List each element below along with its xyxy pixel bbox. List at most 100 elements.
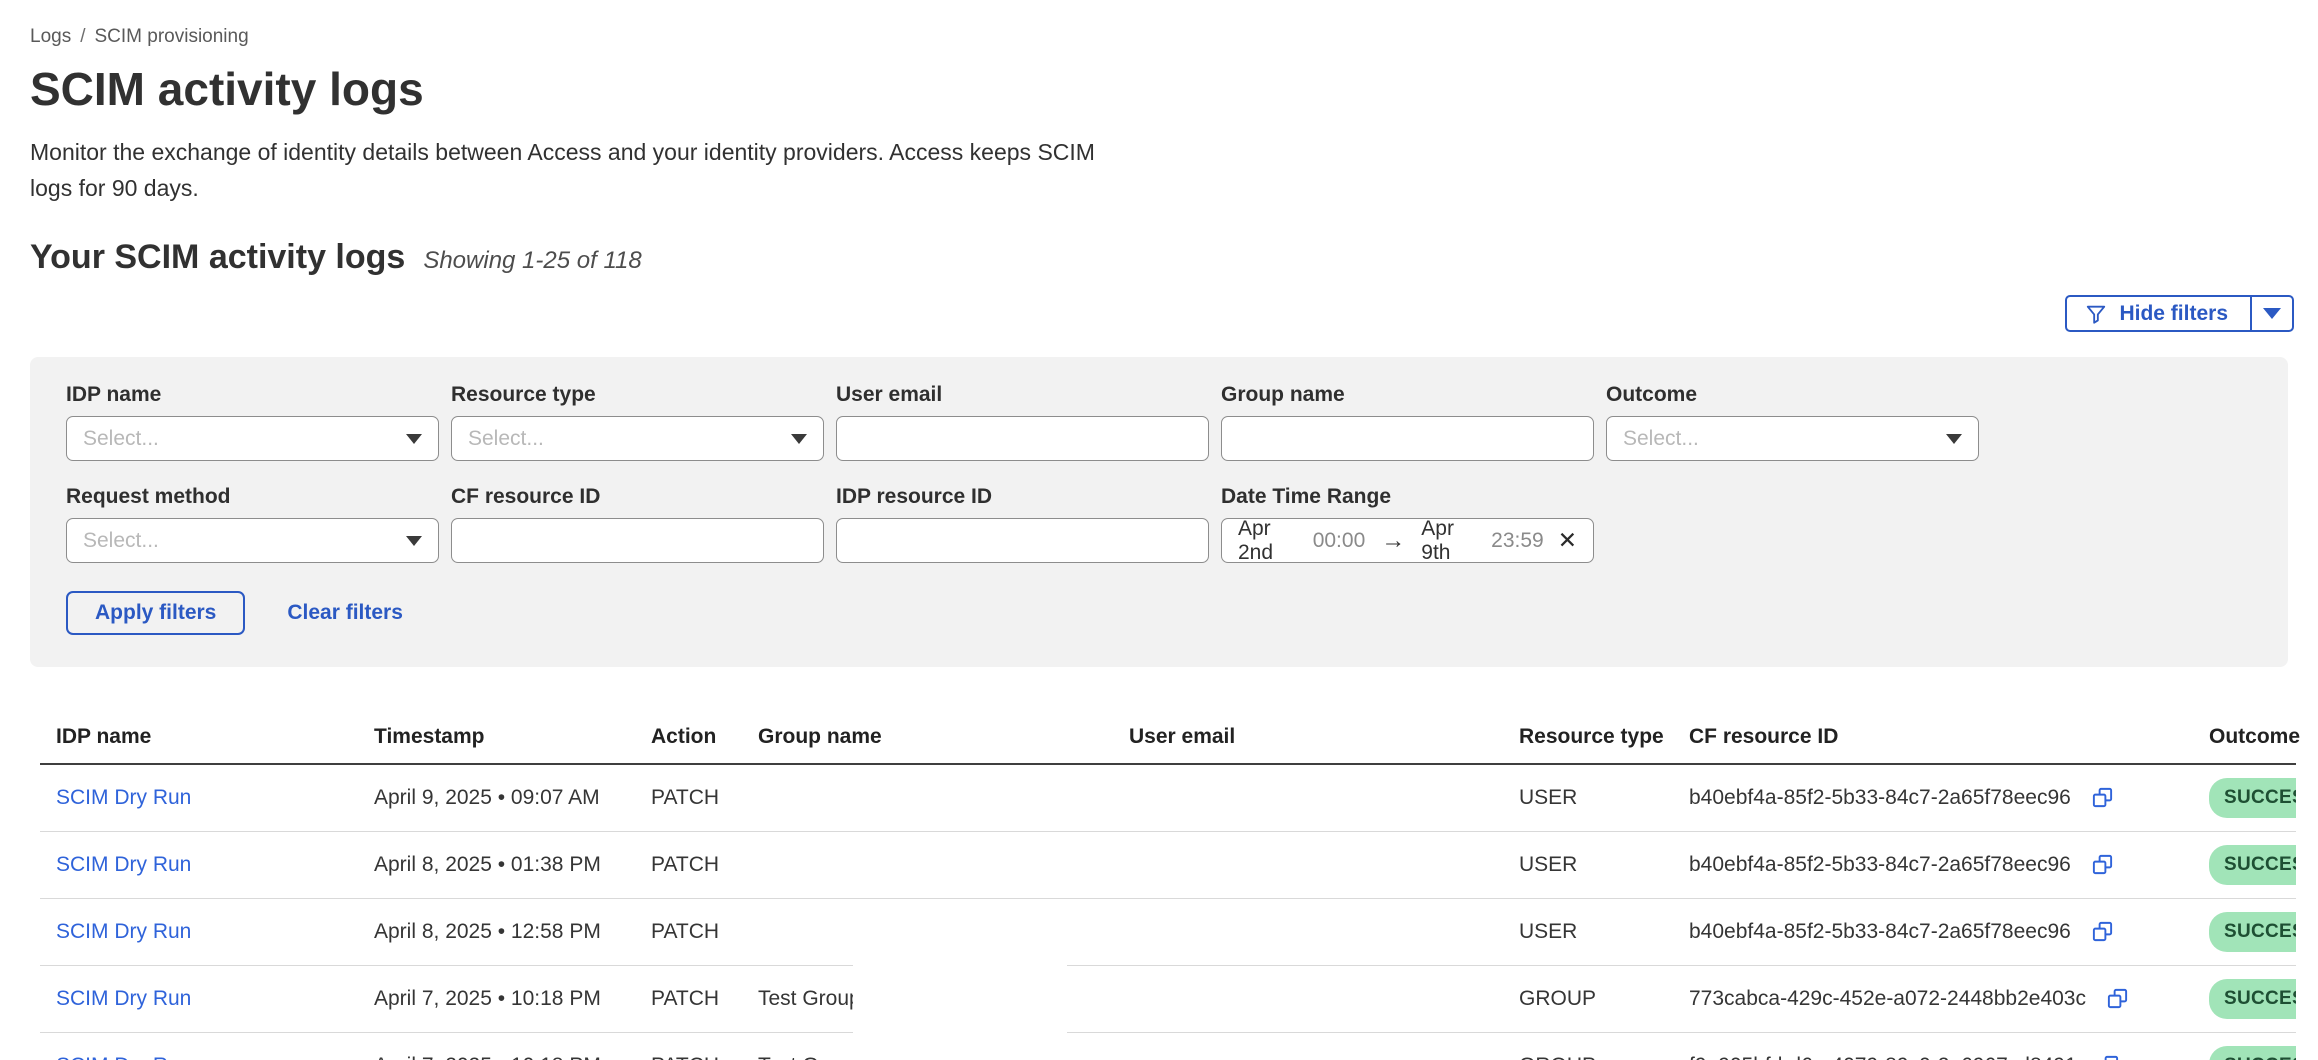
cf-resource-id-input[interactable] (451, 518, 824, 563)
user-email-cell (1113, 831, 1503, 898)
timestamp-cell: April 9, 2025 • 09:07 AM (358, 764, 635, 831)
idp-name-label: IDP name (66, 383, 439, 407)
copy-icon[interactable] (2106, 987, 2129, 1010)
section-heading: Your SCIM activity logs (30, 238, 405, 277)
breadcrumb-separator: / (80, 26, 85, 47)
hide-filters-dropdown-toggle[interactable] (2250, 297, 2292, 330)
table-row: SCIM Dry Run April 8, 2025 • 01:38 PM PA… (40, 831, 2296, 898)
status-badge: SUCCESS (2209, 845, 2296, 885)
table-row: SCIM Dry Run April 9, 2025 • 09:07 AM PA… (40, 764, 2296, 831)
idp-name-link[interactable]: SCIM Dry Run (56, 853, 191, 876)
idp-name-select[interactable]: Select... (66, 416, 439, 461)
hide-filters-label: Hide filters (2119, 302, 2228, 326)
cf-resource-id-value: b40ebf4a-85f2-5b33-84c7-2a65f78eec96 (1689, 853, 2071, 877)
filter-field-date-time-range: Date Time Range Apr 2nd 00:00 → Apr 9th … (1221, 485, 1594, 563)
action-cell: PATCH (635, 1032, 742, 1060)
request-method-select[interactable]: Select... (66, 518, 439, 563)
cf-resource-id-value: b40ebf4a-85f2-5b33-84c7-2a65f78eec96 (1689, 786, 2071, 810)
resource-type-cell: USER (1503, 831, 1673, 898)
idp-name-link[interactable]: SCIM Dry Run (56, 786, 191, 809)
chevron-down-icon (406, 536, 422, 546)
copy-icon[interactable] (2091, 920, 2114, 943)
range-end-date: Apr 9th (1421, 517, 1477, 565)
breadcrumb: Logs / SCIM provisioning (30, 26, 2296, 48)
scim-activity-logs-page: Logs/SCIM provisioning SCIM activity log… (0, 0, 2318, 1060)
range-end-time: 23:59 (1491, 529, 1544, 553)
copy-icon[interactable] (2091, 786, 2114, 809)
range-start-date: Apr 2nd (1238, 517, 1299, 565)
chevron-down-icon (1946, 434, 1962, 444)
timestamp-cell: April 8, 2025 • 01:38 PM (358, 831, 635, 898)
idp-resource-id-label: IDP resource ID (836, 485, 1209, 509)
scim-logs-table: IDP name Timestamp Action Group name Use… (40, 713, 2296, 1060)
resource-type-cell: GROUP (1503, 965, 1673, 1032)
white-overlay-artifact (853, 948, 1067, 1060)
status-badge: SUCCESS (2209, 979, 2296, 1019)
resource-type-cell: GROUP (1503, 1032, 1673, 1060)
group-name-label: Group name (1221, 383, 1594, 407)
filters-toolbar: Hide filters (30, 295, 2296, 332)
idp-name-link[interactable]: SCIM Dry Run (56, 1054, 191, 1060)
clear-date-range-icon[interactable]: ✕ (1558, 529, 1577, 552)
resource-type-select[interactable]: Select... (451, 416, 824, 461)
filter-funnel-icon (2085, 303, 2107, 325)
action-cell: PATCH (635, 898, 742, 965)
group-name-input[interactable] (1221, 416, 1594, 461)
cf-resource-id-value: f9e905bf-bd6a-4079-89c0-2a6967cd8491 (1689, 1054, 2077, 1060)
action-cell: PATCH (635, 831, 742, 898)
status-badge: SUCCESS (2209, 1046, 2296, 1060)
table-row: SCIM Dry Run April 8, 2025 • 12:58 PM PA… (40, 898, 2296, 965)
group-name-cell (742, 831, 1113, 898)
cf-resource-id-value: 773cabca-429c-452e-a072-2448bb2e403c (1689, 987, 2086, 1011)
col-header-timestamp: Timestamp (358, 713, 635, 764)
page-description: Monitor the exchange of identity details… (30, 134, 1100, 206)
user-email-label: User email (836, 383, 1209, 407)
filter-panel: IDP name Select... Resource type Select.… (30, 357, 2288, 667)
timestamp-cell: April 7, 2025 • 10:18 PM (358, 1032, 635, 1060)
filter-field-outcome: Outcome Select... (1606, 383, 1979, 461)
apply-filters-button[interactable]: Apply filters (66, 591, 245, 635)
clear-filters-link[interactable]: Clear filters (287, 601, 403, 625)
filter-actions: Apply filters Clear filters (66, 591, 2252, 635)
col-header-action: Action (635, 713, 742, 764)
filter-field-user-email: User email (836, 383, 1209, 461)
hide-filters-button[interactable]: Hide filters (2065, 295, 2294, 332)
filter-field-group-name: Group name (1221, 383, 1594, 461)
cf-resource-id-label: CF resource ID (451, 485, 824, 509)
scim-logs-table-container: IDP name Timestamp Action Group name Use… (40, 713, 2296, 1060)
cf-resource-id-value: b40ebf4a-85f2-5b33-84c7-2a65f78eec96 (1689, 920, 2071, 944)
action-cell: PATCH (635, 764, 742, 831)
col-header-resource-type: Resource type (1503, 713, 1673, 764)
idp-name-link[interactable]: SCIM Dry Run (56, 987, 191, 1010)
filter-field-idp-name: IDP name Select... (66, 383, 439, 461)
action-cell: PATCH (635, 965, 742, 1032)
col-header-group-name: Group name (742, 713, 1113, 764)
chevron-down-icon (406, 434, 422, 444)
date-time-range-picker[interactable]: Apr 2nd 00:00 → Apr 9th 23:59 ✕ (1221, 518, 1594, 563)
user-email-input[interactable] (836, 416, 1209, 461)
filter-field-idp-resource-id: IDP resource ID (836, 485, 1209, 563)
section-header: Your SCIM activity logs Showing 1-25 of … (30, 238, 2296, 277)
breadcrumb-link-logs[interactable]: Logs (30, 26, 71, 47)
resource-type-label: Resource type (451, 383, 824, 407)
chevron-down-icon (2263, 308, 2281, 319)
resource-type-cell: USER (1503, 764, 1673, 831)
request-method-label: Request method (66, 485, 439, 509)
user-email-cell (1113, 898, 1503, 965)
filter-field-request-method: Request method Select... (66, 485, 439, 563)
group-name-cell (742, 764, 1113, 831)
filter-field-cf-resource-id: CF resource ID (451, 485, 824, 563)
status-badge: SUCCESS (2209, 778, 2296, 818)
resource-type-cell: USER (1503, 898, 1673, 965)
copy-icon[interactable] (2091, 853, 2114, 876)
outcome-select[interactable]: Select... (1606, 416, 1979, 461)
copy-icon[interactable] (2097, 1054, 2120, 1060)
arrow-right-icon: → (1381, 527, 1405, 555)
outcome-label: Outcome (1606, 383, 1979, 407)
filter-field-resource-type: Resource type Select... (451, 383, 824, 461)
col-header-idp-name: IDP name (40, 713, 358, 764)
idp-name-link[interactable]: SCIM Dry Run (56, 920, 191, 943)
breadcrumb-current: SCIM provisioning (94, 26, 248, 47)
showing-count: Showing 1-25 of 118 (423, 247, 641, 275)
idp-resource-id-input[interactable] (836, 518, 1209, 563)
